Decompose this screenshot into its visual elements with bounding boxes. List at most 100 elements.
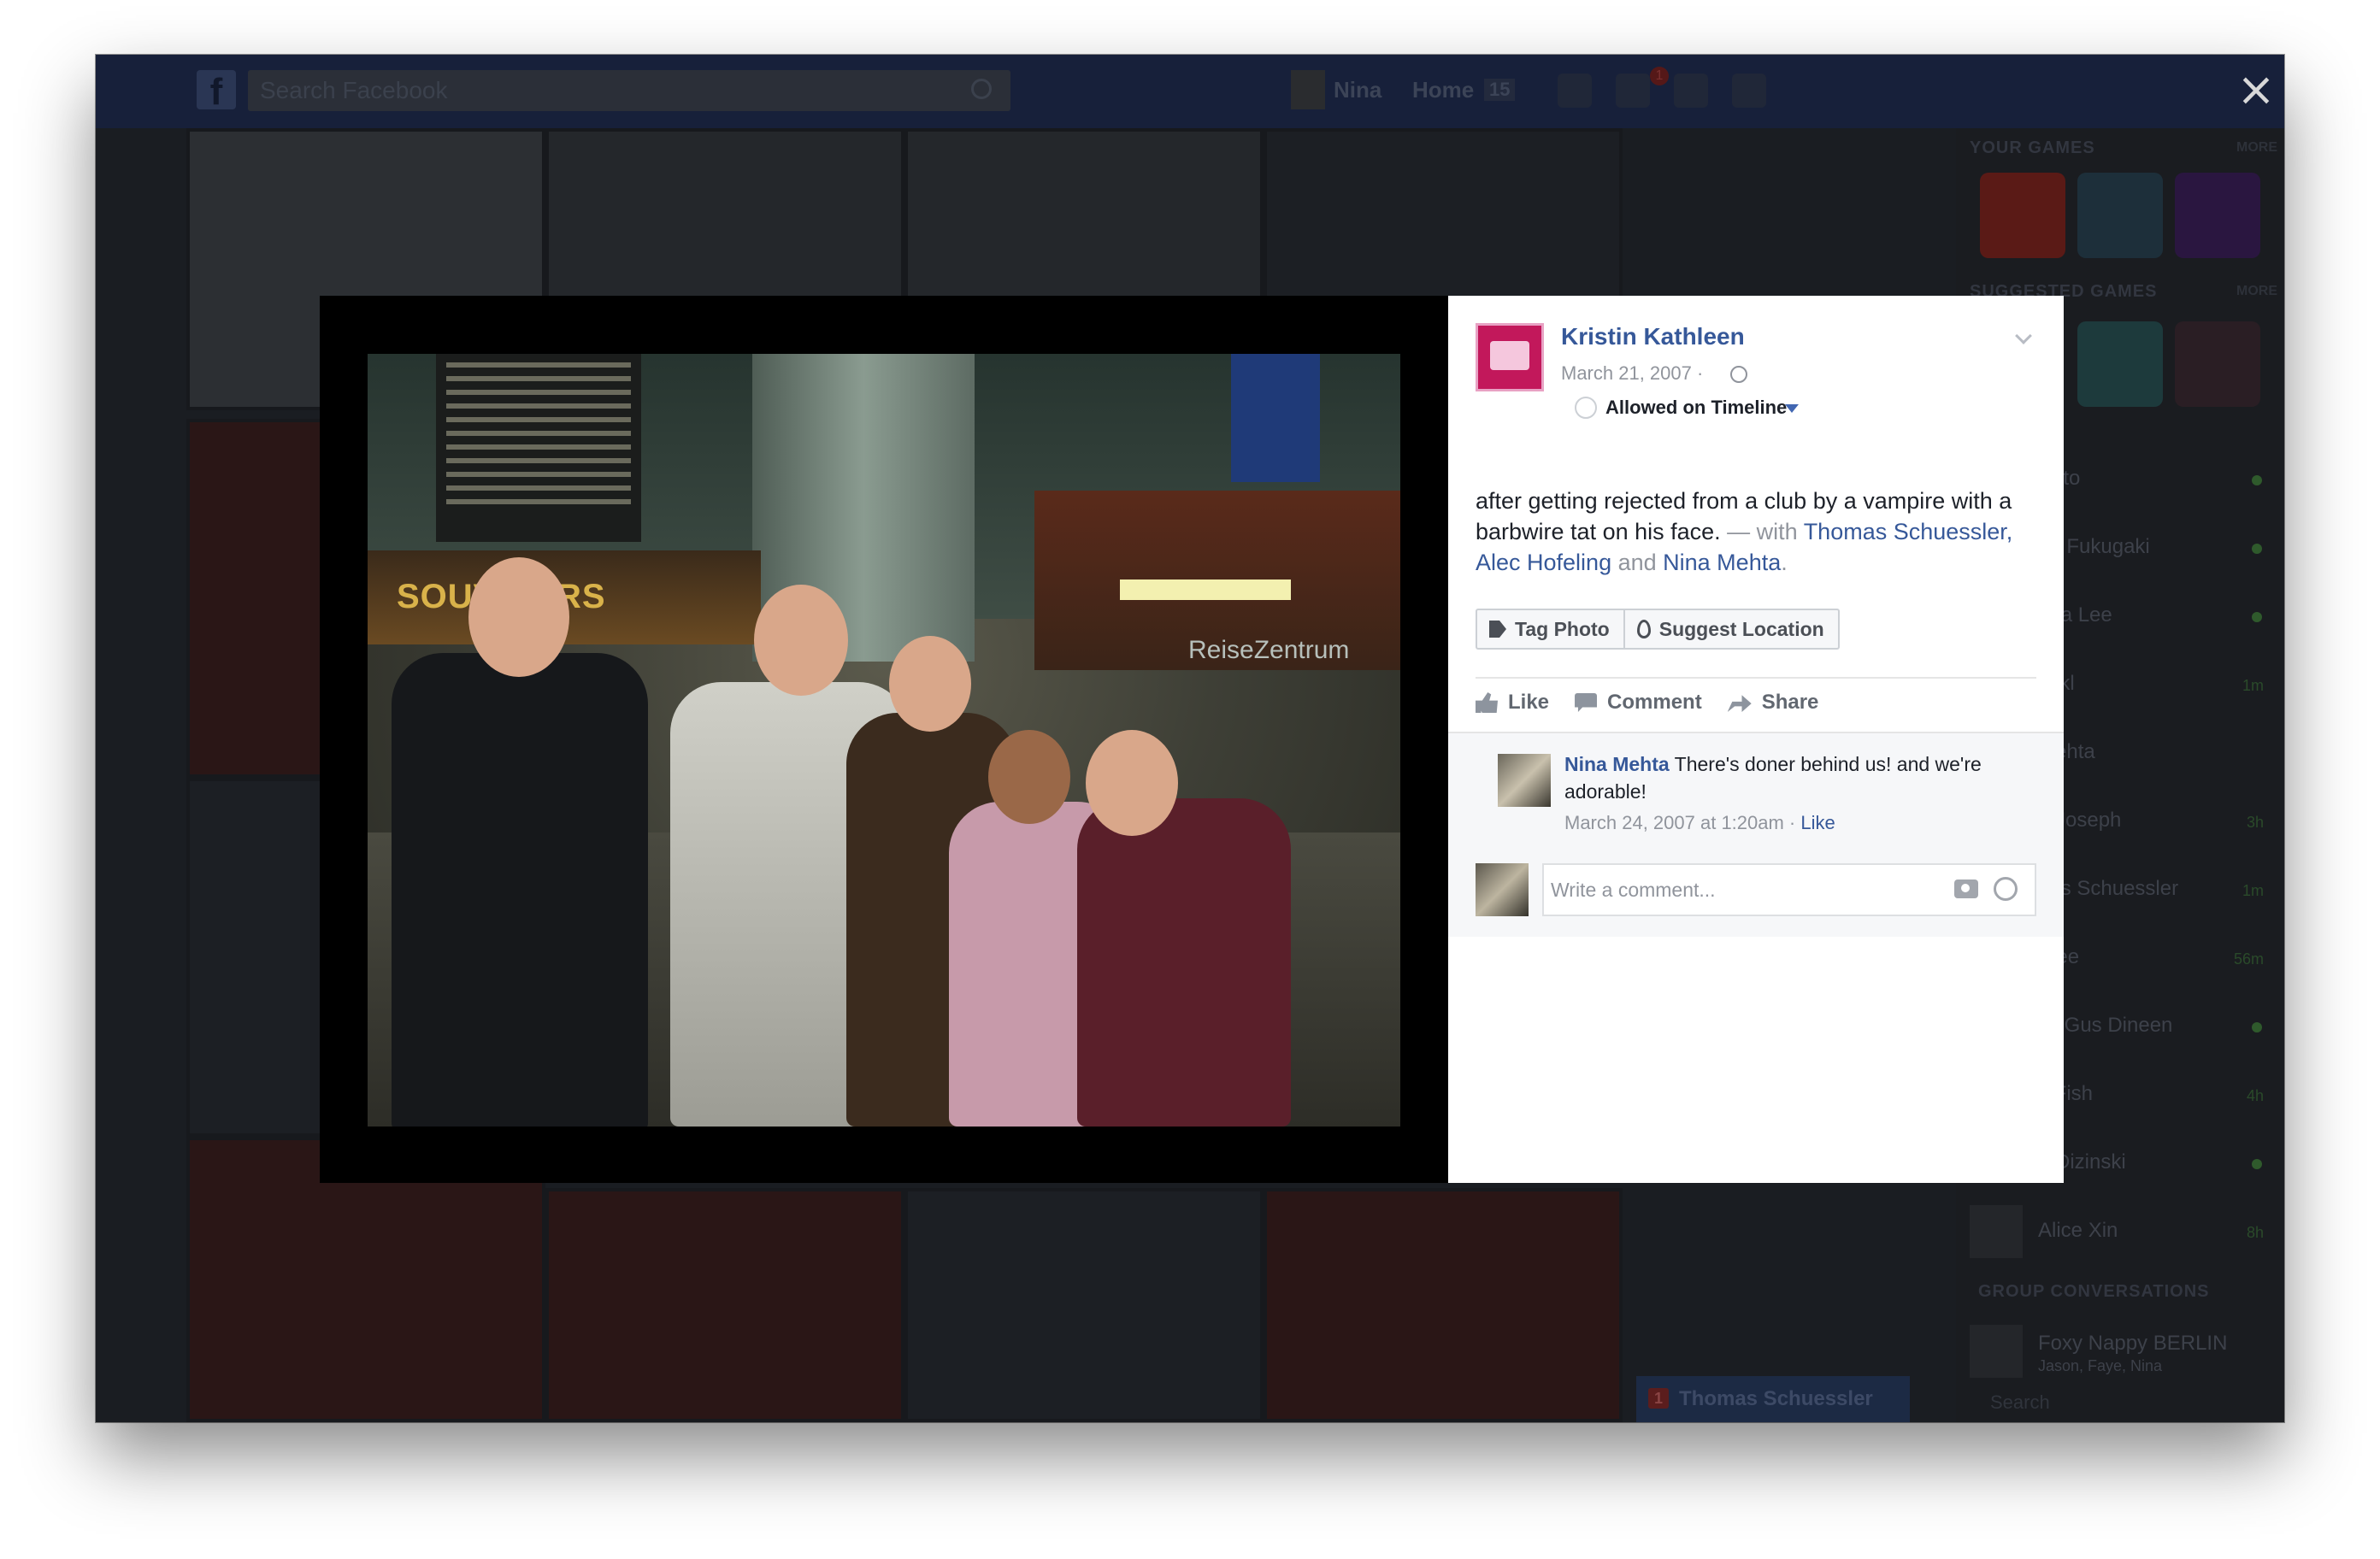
background-photo (1264, 128, 1623, 299)
background-photo (545, 1188, 904, 1422)
photo-image[interactable]: SOUVENIRS ReiseZentrum (368, 354, 1400, 1127)
contact-status: 1m (2242, 882, 2264, 899)
like-button[interactable]: Like (1476, 691, 1549, 715)
comment-button[interactable]: Comment (1575, 691, 1702, 715)
suggest-location-button[interactable]: Suggest Location (1623, 610, 1838, 648)
photo-action-buttons: Tag Photo Suggest Location (1476, 609, 1840, 650)
nav-home-count: 15 (1484, 79, 1516, 101)
timeline-label[interactable]: Allowed on Timeline (1605, 397, 1787, 419)
caret-down-icon[interactable] (1785, 404, 1799, 413)
online-dot-icon (2252, 475, 2262, 485)
tagged-user-link[interactable]: Alec Hofeling (1476, 550, 1611, 575)
comment-input[interactable]: Write a comment... (1542, 863, 2036, 916)
post-date-link[interactable]: March 21, 2007 · (1561, 362, 1703, 385)
chevron-down-icon[interactable] (2015, 327, 2032, 344)
share-icon (1727, 695, 1752, 712)
suggested-games-more-link[interactable]: MORE (2236, 284, 2277, 299)
contact-status: 1m (2242, 677, 2264, 694)
contact-name: Alice Xin (2038, 1219, 2118, 1242)
notification-badge: 1 (1650, 67, 1669, 85)
tag-photo-button[interactable]: Tag Photo (1477, 610, 1623, 648)
emoji-icon[interactable] (1994, 877, 2018, 901)
photo-stage: SOUVENIRS ReiseZentrum (320, 296, 1448, 1183)
your-games-heading: YOUR GAMES (1970, 138, 2095, 157)
privacy-shortcuts-icon[interactable] (1732, 74, 1766, 108)
departure-board (436, 354, 641, 542)
background-photo (186, 419, 323, 778)
photo-head (889, 636, 971, 732)
comments-section: Nina Mehta There's doner behind us! and … (1448, 732, 2064, 937)
chat-tab[interactable]: 1 Thomas Schuessler (1636, 1376, 1910, 1422)
game-tile-suggested[interactable] (2175, 321, 2260, 407)
contact-item[interactable]: Alice Xin 8h (1970, 1205, 2277, 1258)
commenter-name-link[interactable]: Nina Mehta (1564, 753, 1670, 775)
notifications-icon[interactable] (1674, 74, 1708, 108)
comment-input-placeholder: Write a comment... (1551, 879, 1716, 901)
location-pin-icon (1636, 620, 1651, 638)
divider (1476, 677, 2036, 679)
chat-tab-name: Thomas Schuessler (1679, 1387, 1873, 1410)
comment-label: Comment (1607, 691, 1702, 714)
contact-status: 8h (2246, 1224, 2264, 1241)
game-tile-unicorn[interactable] (2175, 173, 2260, 258)
chat-unread-badge: 1 (1648, 1388, 1669, 1409)
photo-head (468, 557, 569, 677)
contact-status: 4h (2246, 1087, 2264, 1104)
contact-status: 3h (2246, 814, 2264, 831)
facebook-topbar: f Search Facebook Nina Home 15 1 (96, 55, 2284, 128)
author-name-link[interactable]: Kristin Kathleen (1561, 323, 1745, 350)
game-tile-globe[interactable] (2077, 173, 2163, 258)
nav-profile-link[interactable]: Nina (1334, 77, 1381, 103)
browser-window: f Search Facebook Nina Home 15 1 YOUR GA… (96, 55, 2284, 1422)
photo-info-panel: Kristin Kathleen March 21, 2007 · Allowe… (1448, 296, 2064, 1183)
photo-head (988, 730, 1070, 824)
commenter-avatar[interactable] (1498, 754, 1551, 807)
comment-like-link[interactable]: Like (1800, 812, 1835, 833)
tagged-user-link[interactable]: Thomas Schuessler, (1804, 519, 2013, 544)
thumbs-up-icon (1476, 692, 1498, 713)
background-photo (545, 128, 904, 299)
close-icon[interactable]: × (2235, 67, 2277, 113)
camera-icon[interactable] (1954, 880, 1978, 898)
comment-icon (1575, 693, 1598, 712)
share-button[interactable]: Share (1727, 691, 1818, 715)
tagged-user-link[interactable]: Nina Mehta (1663, 550, 1781, 575)
background-photo (904, 1188, 1264, 1422)
tag-icon (1489, 621, 1506, 638)
photo-caption: after getting rejected from a club by a … (1476, 485, 2040, 578)
search-icon[interactable] (971, 79, 992, 99)
like-label: Like (1508, 691, 1550, 714)
caption-period: . (1781, 550, 1788, 575)
photo-head (754, 585, 848, 696)
group-members: Jason, Faye, Nina (2038, 1357, 2163, 1374)
contact-status: 56m (2233, 950, 2264, 968)
photo-head (1086, 730, 1178, 836)
author-avatar[interactable] (1476, 323, 1544, 391)
current-user-avatar (1476, 863, 1529, 916)
globe-icon[interactable] (1730, 366, 1747, 383)
timeline-checkbox[interactable] (1575, 397, 1597, 419)
search-placeholder: Search Facebook (260, 77, 448, 103)
group-conversation-item[interactable]: Foxy Nappy BERLIN Jason, Faye, Nina (1970, 1325, 2277, 1378)
group-avatar (1970, 1325, 2023, 1378)
reaction-bar: Like Comment Share (1476, 691, 1818, 715)
friend-requests-icon[interactable] (1558, 74, 1592, 108)
messages-icon[interactable] (1616, 74, 1650, 108)
nav-home-link[interactable]: Home (1412, 77, 1474, 103)
game-tile-suggested[interactable] (2077, 321, 2163, 407)
facebook-search-input[interactable]: Search Facebook (248, 70, 1010, 111)
background-photo (904, 128, 1264, 299)
game-tile-scrabble[interactable] (1980, 173, 2065, 258)
photo-person (392, 653, 648, 1127)
facebook-logo-icon[interactable]: f (197, 70, 236, 113)
your-games-more-link[interactable]: MORE (2236, 140, 2277, 156)
background-photo (1264, 1188, 1623, 1422)
comment-timestamp[interactable]: March 24, 2007 at 1:20am · (1564, 812, 1800, 833)
tag-photo-label: Tag Photo (1515, 617, 1610, 640)
caption-with-prefix: — with (1720, 519, 1804, 544)
caption-and: and (1611, 550, 1664, 575)
chat-search-input[interactable]: Search (1990, 1391, 2050, 1414)
photo-person (1077, 798, 1291, 1127)
nav-avatar[interactable] (1291, 70, 1325, 109)
photo-station-sign: ReiseZentrum (1188, 636, 1350, 664)
